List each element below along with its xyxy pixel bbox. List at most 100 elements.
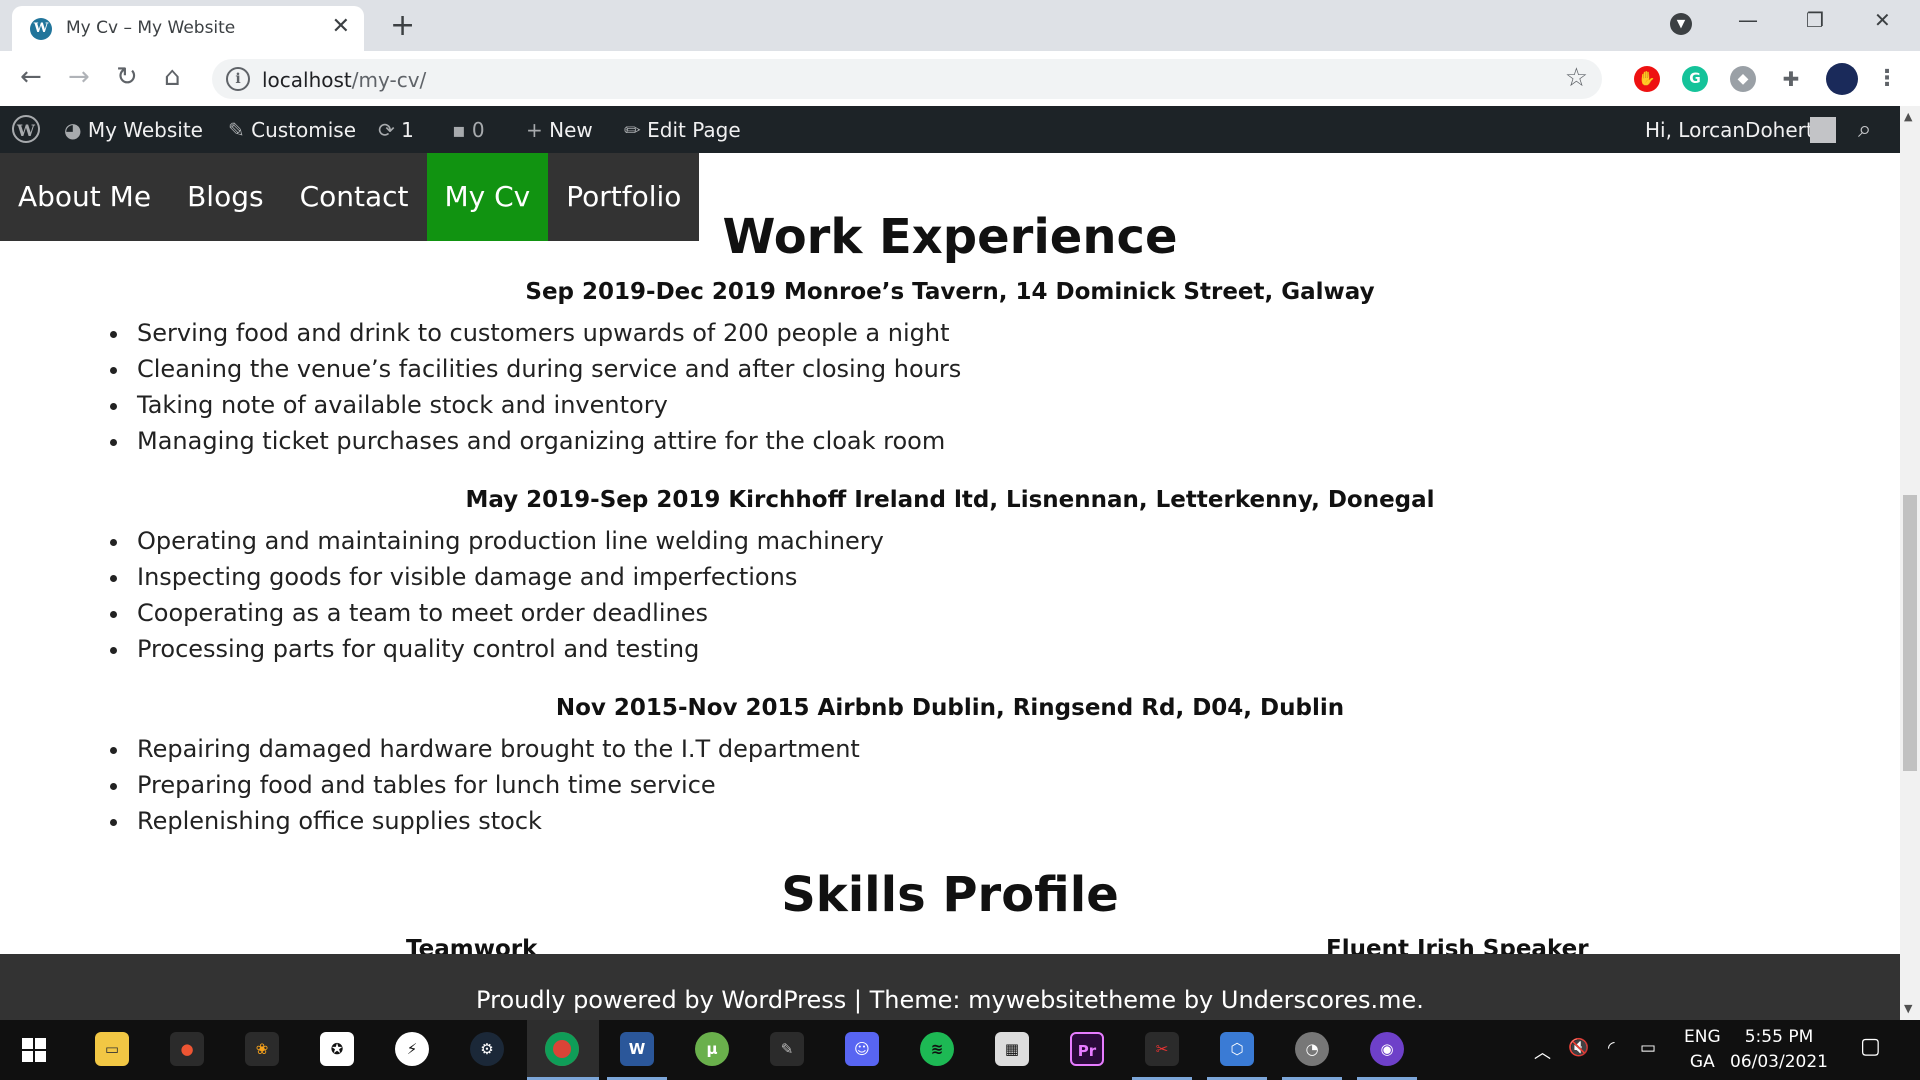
clock-date: 06/03/2021 — [1730, 1052, 1828, 1072]
clock-time: 5:55 PM — [1744, 1027, 1814, 1047]
url-text[interactable]: localhost/my-cv/ — [262, 68, 426, 92]
taskbar-clock[interactable]: 5:55 PM 06/03/2021 — [1730, 1025, 1828, 1075]
job-title: May 2019-Sep 2019 Kirchhoff Ireland ltd,… — [465, 487, 1435, 513]
chrome-icon[interactable] — [545, 1032, 579, 1066]
pencil-icon: ✏ — [624, 118, 641, 142]
nav-item-my-cv[interactable]: My Cv — [426, 153, 549, 241]
list-item: Preparing food and tables for lunch time… — [131, 767, 860, 803]
nav-item-contact[interactable]: Contact — [282, 153, 427, 241]
brush-icon: ✎ — [228, 118, 245, 142]
list-item: Taking note of available stock and inven… — [131, 387, 961, 423]
windows-start-icon[interactable] — [22, 1038, 46, 1062]
discord-icon[interactable]: ☺ — [845, 1032, 879, 1066]
steam-icon[interactable]: ⚙ — [470, 1032, 504, 1066]
list-item: Replenishing office supplies stock — [131, 803, 860, 839]
minimize-icon[interactable]: — — [1738, 8, 1758, 32]
edit-page-label: Edit Page — [647, 118, 741, 142]
list-item: Cleaning the venue’s facilities during s… — [131, 351, 961, 387]
forward-icon[interactable]: → — [68, 62, 90, 92]
bookmark-star-icon[interactable]: ☆ — [1565, 63, 1588, 93]
list-item: Inspecting goods for visible damage and … — [131, 559, 884, 595]
page-viewport: About Me Blogs Contact My Cv Portfolio W… — [0, 153, 1900, 1020]
admin-customise-link[interactable]: ✎ Customise — [228, 118, 356, 142]
windows-taskbar: ▭ ● ❀ ✪ ⚡ ⚙ W µ ✎ ☺ ≋ ▦ Pr ✂ ⬡ ◔ ◉ ︿ 🔇 ◜… — [0, 1020, 1920, 1080]
url-host: localhost — [262, 68, 352, 92]
job-duties-list: Serving food and drink to customers upwa… — [105, 315, 961, 459]
admin-updates-link[interactable]: ⟳ 1 — [378, 118, 414, 142]
comment-icon: ▪ — [452, 118, 466, 142]
scroll-down-icon[interactable]: ▼ — [1904, 1002, 1912, 1015]
app-icon[interactable]: ⬡ — [1220, 1032, 1254, 1066]
browser-tab-active[interactable]: W My Cv – My Website ✕ — [12, 6, 364, 51]
admin-edit-page-link[interactable]: ✏ Edit Page — [624, 118, 741, 142]
github-desktop-icon[interactable]: ◉ — [1370, 1032, 1404, 1066]
close-tab-icon[interactable]: ✕ — [332, 14, 350, 39]
region-code: GA — [1689, 1052, 1715, 1072]
calculator-icon[interactable]: ▦ — [995, 1032, 1029, 1066]
nav-item-portfolio[interactable]: Portfolio — [548, 153, 699, 241]
list-item: Managing ticket purchases and organizing… — [131, 423, 961, 459]
job-duties-list: Repairing damaged hardware brought to th… — [105, 731, 860, 839]
show-hidden-icons-icon[interactable]: ︿ — [1534, 1038, 1551, 1063]
admin-greeting[interactable]: Hi, LorcanDoherty — [1645, 118, 1826, 142]
volume-muted-icon[interactable]: 🔇 — [1568, 1038, 1589, 1058]
app-icon[interactable]: ✪ — [320, 1032, 354, 1066]
job-duties-list: Operating and maintaining production lin… — [105, 523, 884, 667]
grammarly-extension-icon[interactable]: G — [1682, 66, 1708, 92]
reload-icon[interactable]: ↻ — [116, 62, 138, 92]
utorrent-icon[interactable]: µ — [695, 1032, 729, 1066]
adblock-extension-icon[interactable]: ✋ — [1634, 66, 1660, 92]
site-footer: Proudly powered by WordPress | Theme: my… — [0, 954, 1900, 1020]
language-indicator[interactable]: ENG GA — [1684, 1025, 1721, 1075]
extensions-puzzle-icon[interactable]: ✚ — [1778, 66, 1804, 92]
admin-comments-link[interactable]: ▪ 0 — [452, 118, 485, 142]
shield-extension-icon[interactable]: ◆ — [1730, 66, 1756, 92]
page-scrollbar[interactable]: ▲ ▼ — [1900, 106, 1920, 1020]
wordpress-logo-icon[interactable]: W — [12, 115, 40, 143]
word-icon[interactable]: W — [620, 1032, 654, 1066]
footer-text[interactable]: Proudly powered by WordPress | Theme: my… — [476, 986, 1424, 1014]
close-window-icon[interactable]: ✕ — [1874, 8, 1891, 32]
job-title: Sep 2019-Dec 2019 Monroe’s Tavern, 14 Do… — [525, 279, 1375, 305]
app-icon[interactable]: ◔ — [1295, 1032, 1329, 1066]
list-item: Repairing damaged hardware brought to th… — [131, 731, 860, 767]
language-code: ENG — [1684, 1027, 1721, 1047]
nav-item-blogs[interactable]: Blogs — [169, 153, 281, 241]
user-avatar[interactable] — [1810, 117, 1836, 143]
list-item: Operating and maintaining production lin… — [131, 523, 884, 559]
gimp-icon[interactable]: ✎ — [770, 1032, 804, 1066]
browser-tab-strip: W My Cv – My Website ✕ + ▼ — ❐ ✕ — [0, 0, 1920, 51]
fl-studio-icon[interactable]: ❀ — [245, 1032, 279, 1066]
url-path: /my-cv/ — [351, 68, 427, 92]
restore-icon[interactable]: ❐ — [1806, 8, 1824, 32]
tab-search-icon[interactable]: ▼ — [1670, 13, 1692, 35]
scroll-up-icon[interactable]: ▲ — [1904, 110, 1912, 123]
battery-icon[interactable]: ▭ — [1640, 1038, 1656, 1058]
spotify-icon[interactable]: ≋ — [920, 1032, 954, 1066]
app-icon[interactable]: ● — [170, 1032, 204, 1066]
address-bar[interactable]: i localhost/my-cv/ ☆ — [212, 59, 1602, 99]
notifications-icon[interactable]: ▢ — [1860, 1034, 1881, 1059]
scrollbar-thumb[interactable] — [1903, 495, 1917, 771]
wifi-icon[interactable]: ◜ — [1608, 1038, 1615, 1058]
premiere-pro-icon[interactable]: Pr — [1070, 1032, 1104, 1066]
updates-icon: ⟳ — [378, 118, 395, 142]
file-explorer-icon[interactable]: ▭ — [95, 1032, 129, 1066]
profile-avatar[interactable] — [1826, 63, 1858, 95]
app-icon[interactable]: ⚡ — [395, 1032, 429, 1066]
browser-toolbar: ← → ↻ ⌂ i localhost/my-cv/ ☆ ✋ G ◆ ✚ ⋮ — [0, 51, 1920, 107]
job-title: Nov 2015-Nov 2015 Airbnb Dublin, Ringsen… — [555, 695, 1345, 721]
dashboard-icon: ◕ — [64, 118, 82, 142]
admin-new-link[interactable]: + New — [526, 118, 593, 142]
new-tab-icon[interactable]: + — [390, 8, 415, 43]
site-info-icon[interactable]: i — [226, 67, 250, 91]
snipping-tool-icon[interactable]: ✂ — [1145, 1032, 1179, 1066]
search-icon[interactable]: ⌕ — [1858, 115, 1871, 143]
home-icon[interactable]: ⌂ — [164, 62, 181, 92]
tab-title: My Cv – My Website — [66, 18, 236, 38]
comments-count: 0 — [471, 118, 485, 142]
back-icon[interactable]: ← — [20, 62, 42, 92]
browser-menu-icon[interactable]: ⋮ — [1874, 66, 1900, 92]
nav-item-about-me[interactable]: About Me — [0, 153, 169, 241]
admin-site-link[interactable]: ◕ My Website — [64, 118, 203, 142]
